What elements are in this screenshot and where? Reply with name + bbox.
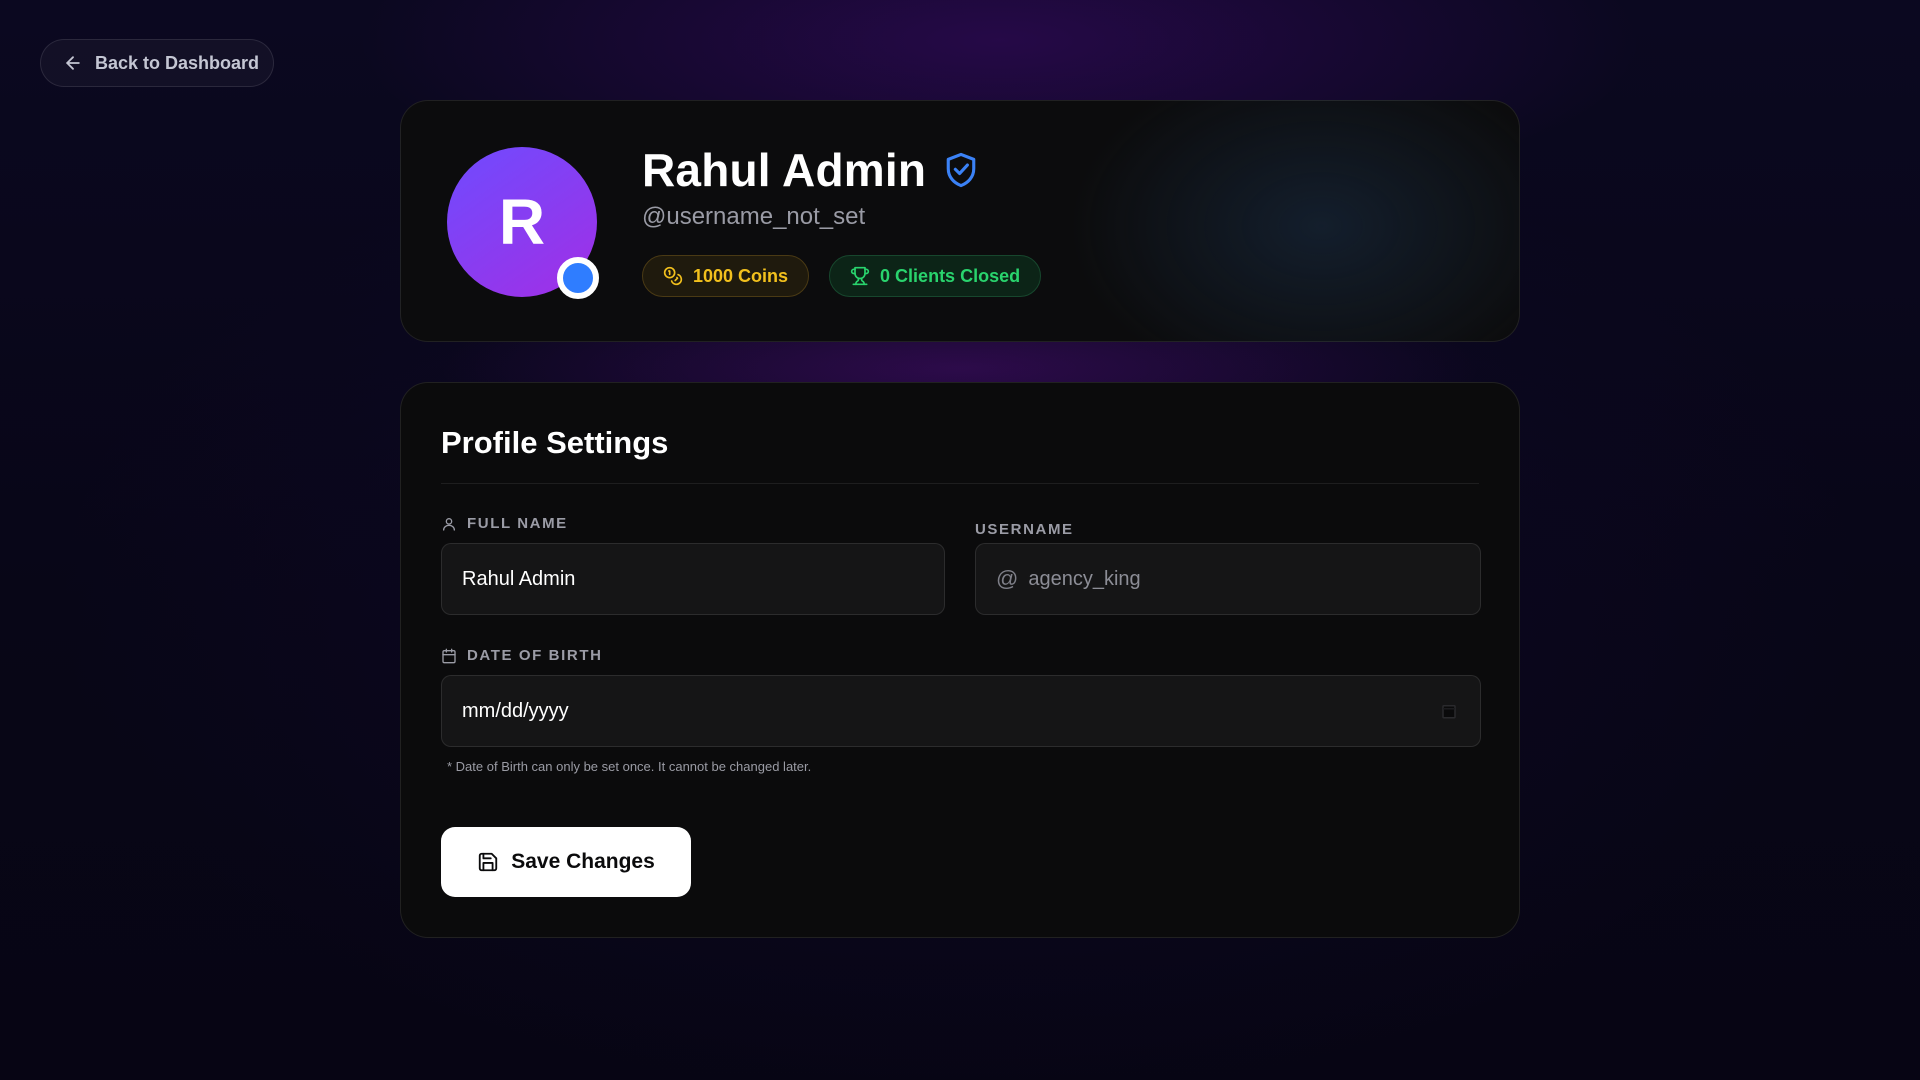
- trophy-icon: [850, 266, 870, 286]
- profile-header-card: R Rahul Admin @username_not_set 1000 Coi…: [400, 100, 1520, 342]
- back-to-dashboard-label: Back to Dashboard: [95, 52, 260, 73]
- date-of-birth-input[interactable]: mm/dd/yyyy: [441, 675, 1481, 747]
- full-name-input[interactable]: Rahul Admin: [441, 543, 945, 615]
- save-changes-label: Save Changes: [511, 850, 655, 873]
- coins-label: 1000 Coins: [693, 265, 789, 286]
- save-changes-button[interactable]: Save Changes: [441, 827, 691, 897]
- username-input[interactable]: @ agency_king: [975, 543, 1481, 615]
- date-of-birth-label-text: Date of Birth: [467, 647, 603, 664]
- avatar-initial: R: [498, 186, 546, 258]
- full-name-label: Full Name: [441, 515, 568, 532]
- settings-title: Profile Settings: [441, 425, 669, 460]
- username-label: Username: [975, 521, 1074, 538]
- coins-badge: 1000 Coins: [642, 255, 810, 297]
- back-to-dashboard-button[interactable]: Back to Dashboard: [40, 39, 274, 87]
- arrow-left-icon: [66, 56, 80, 70]
- shield-check-icon: [944, 151, 978, 189]
- coins-icon: [663, 266, 683, 286]
- full-name-value: Rahul Admin: [462, 567, 576, 590]
- name-row: Rahul Admin: [642, 143, 978, 197]
- profile-name: Rahul Admin: [642, 144, 927, 196]
- online-status-dot: [557, 257, 599, 299]
- user-icon: [443, 517, 455, 531]
- profile-handle: @username_not_set: [642, 203, 866, 230]
- date-of-birth-label: Date of Birth: [441, 647, 603, 664]
- clients-closed-badge: 0 Clients Closed: [829, 255, 1042, 297]
- username-placeholder: agency_king: [1028, 567, 1141, 590]
- date-of-birth-placeholder: mm/dd/yyyy: [462, 699, 569, 722]
- username-label-text: Username: [975, 521, 1074, 538]
- calendar-icon: [442, 648, 456, 663]
- stats-badges: 1000 Coins 0 Clients Closed: [642, 255, 1042, 297]
- at-sign-icon: @: [996, 566, 1019, 591]
- date-of-birth-hint: * Date of Birth can only be set once. It…: [447, 759, 812, 774]
- full-name-label-text: Full Name: [467, 515, 568, 532]
- profile-settings-card: Profile Settings Full Name Rahul Admin U…: [400, 382, 1520, 938]
- calendar-picker-icon[interactable]: [1440, 702, 1458, 720]
- clients-closed-label: 0 Clients Closed: [880, 265, 1021, 286]
- save-icon: [479, 852, 498, 872]
- settings-divider: [441, 483, 1479, 484]
